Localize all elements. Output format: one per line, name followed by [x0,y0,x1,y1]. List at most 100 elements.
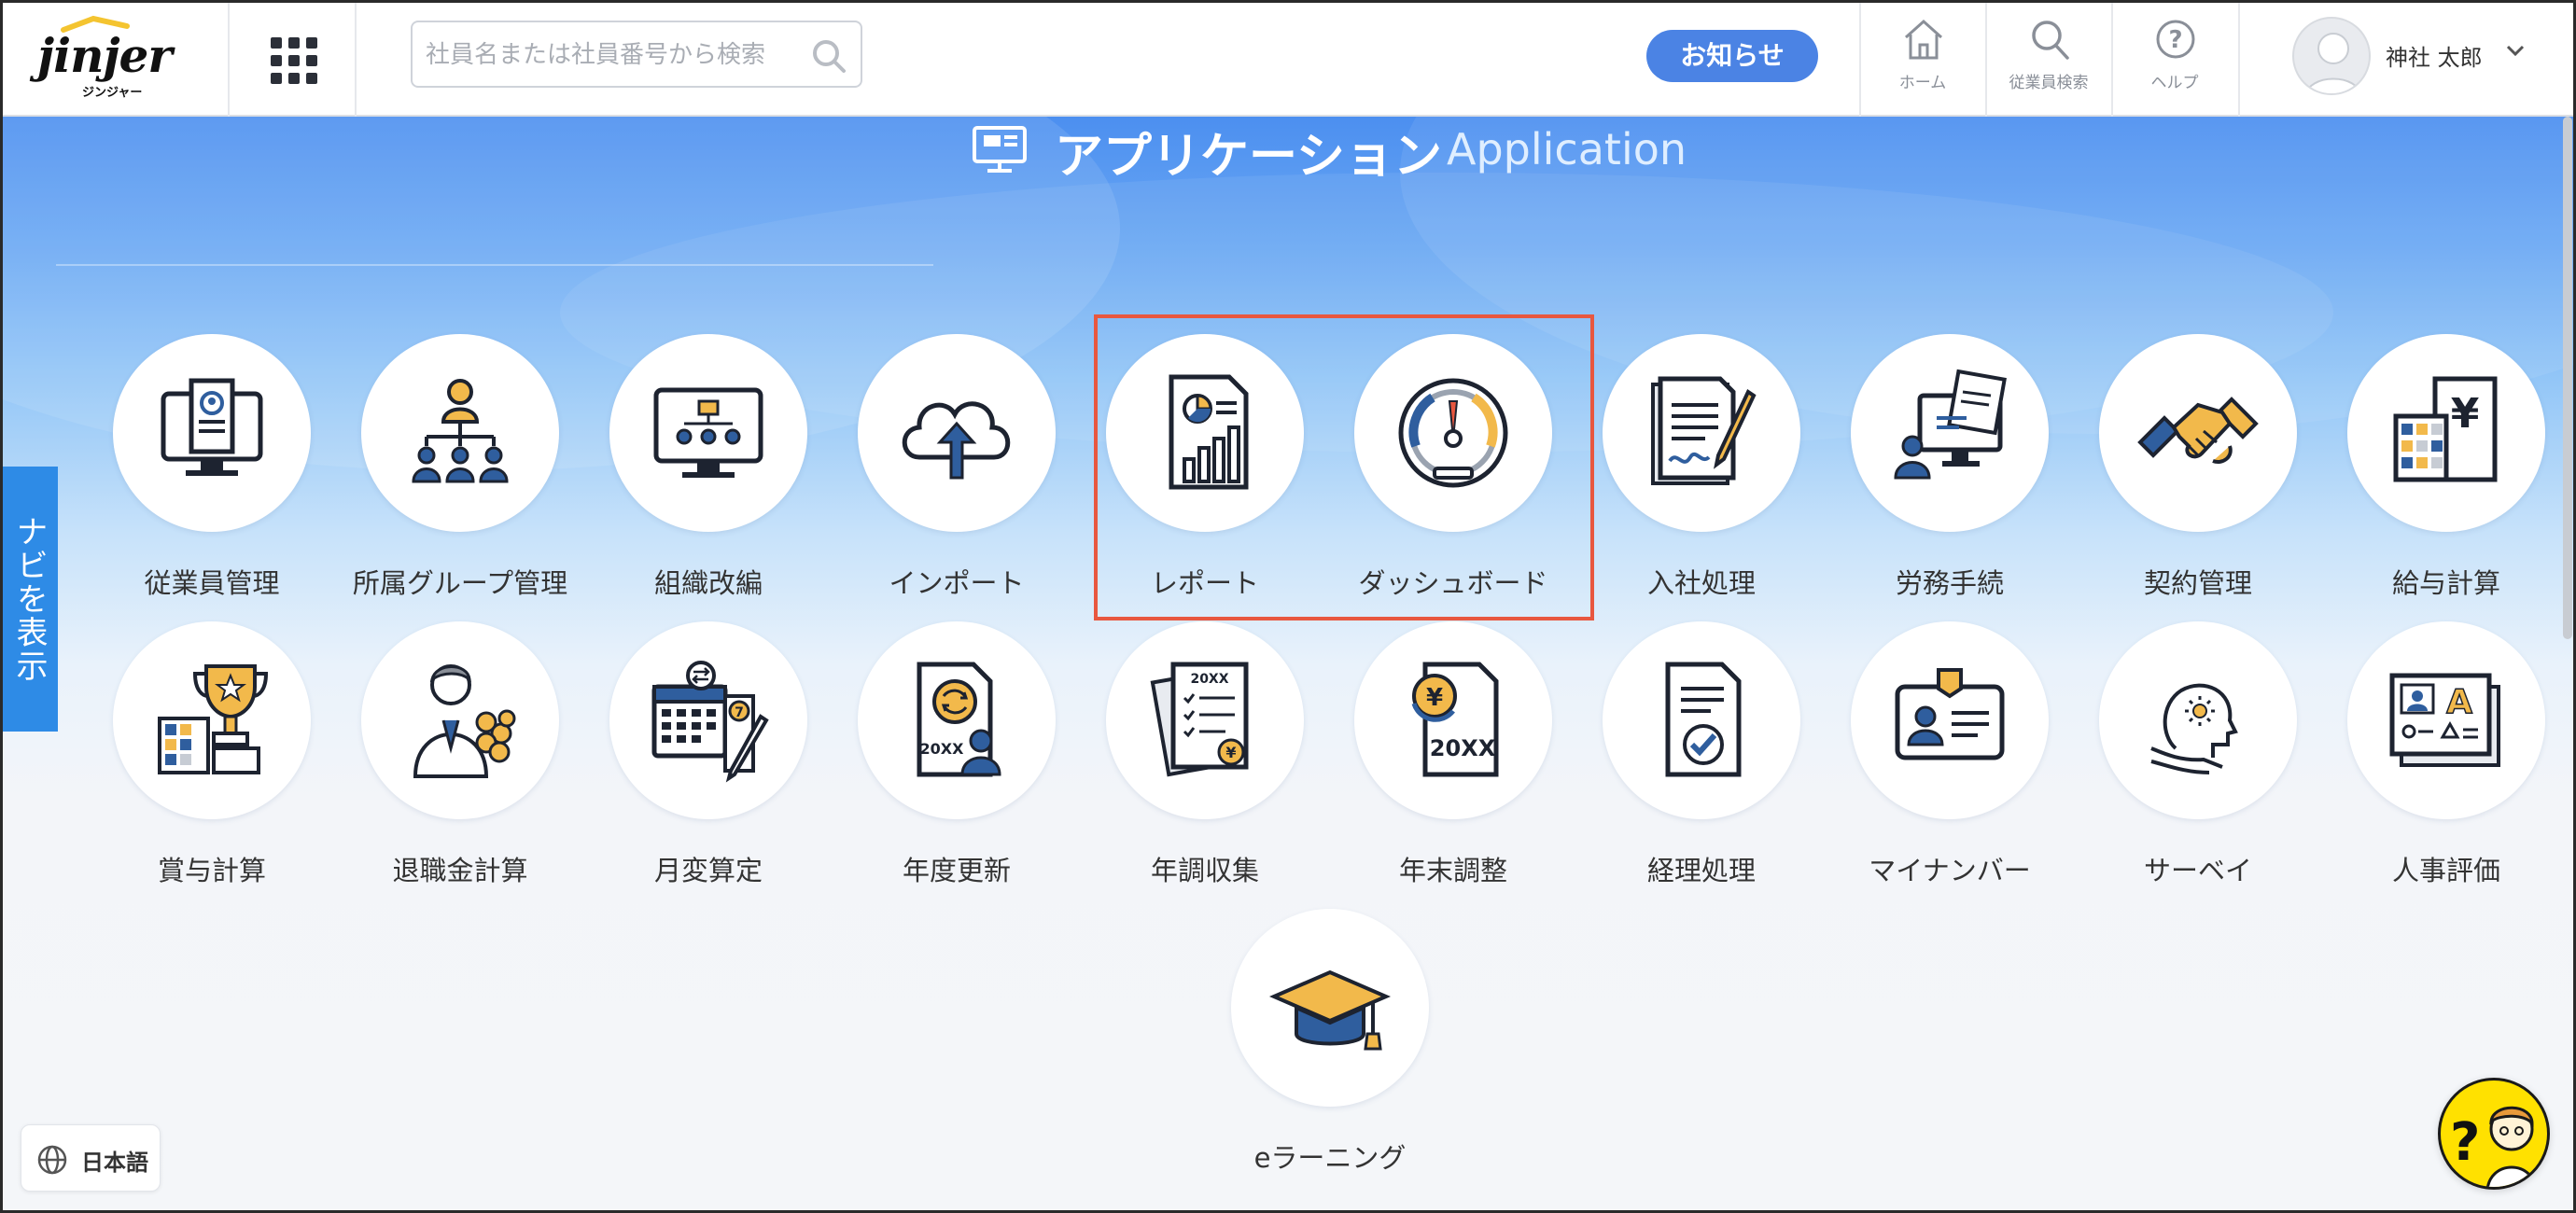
app-icon-circle: A [2347,621,2545,819]
hr-evaluation-icon: A [2389,673,2500,767]
bonus-trophy-icon [158,664,269,774]
logo-text: jinjer [37,28,173,83]
show-navi-tab[interactable]: ナビを表示 [0,467,58,732]
section-title-en: Application [1447,124,1687,174]
app-label: 年末調整 [1398,855,1507,886]
avatar [2292,17,2371,95]
chevron-down-icon [2506,45,2525,57]
app-label: 年調収集 [1150,855,1259,886]
graduation-cap-icon [1268,969,1392,1051]
annual-renewal-icon: 20XX [917,662,1001,777]
header-divider [228,0,230,117]
app-icon-circle [2099,334,2297,532]
app-contract-management[interactable]: 契約管理 [2074,334,2322,614]
app-annual-renewal[interactable]: 20XX 年度更新 [833,621,1081,901]
cloud-upload-icon [902,401,1011,480]
app-icon-circle [2099,621,2297,819]
search-icon[interactable] [810,37,847,75]
logo-sub-text: ジンジャー [82,86,143,100]
labor-procedures-icon [1894,369,2007,480]
nav-home-label: ホーム [1898,74,1947,92]
app-employee-management[interactable]: 従業員管理 [88,334,336,614]
user-silhouette-icon [2305,33,2361,93]
header-divider [2238,0,2240,117]
app-icon-circle [1603,334,1800,532]
language-label: 日本語 [81,1150,148,1176]
app-label: 組織改編 [653,567,763,599]
decor-line [56,264,933,266]
svg-text:¥: ¥ [2451,390,2480,438]
app-label: インポート [889,567,1025,599]
svg-text:¥: ¥ [1225,744,1236,761]
year-end-adjustment-icon: ¥ 20XX [1411,662,1499,777]
app-label: サーベイ [2143,855,2252,886]
app-retirement-allowance[interactable]: 退職金計算 [336,621,584,901]
app-my-number[interactable]: マイナンバー [1826,621,2074,901]
app-monthly-revision[interactable]: 7 月変算定 [584,621,833,901]
app-label: 人事評価 [2391,855,2500,886]
app-year-end-adjustment[interactable]: ¥ 20XX 年末調整 [1329,621,1577,901]
app-label: eラーニング [1253,1142,1407,1174]
app-labor-procedures[interactable]: 労務手続 [1826,334,2074,614]
app-label: 退職金計算 [392,855,528,886]
app-label: 所属グループ管理 [352,567,568,599]
app-label: 従業員管理 [144,567,280,599]
search-icon [2032,21,2069,60]
app-label: マイナンバー [1869,855,2031,886]
app-label: 給与計算 [2391,567,2500,599]
app-import[interactable]: インポート [833,334,1081,614]
scrollbar[interactable] [2563,117,2572,639]
app-hr-evaluation[interactable]: A 人事評価 [2322,621,2570,901]
app-icon-circle [1603,621,1800,819]
app-label: 月変算定 [653,855,763,886]
app-e-learning[interactable]: eラーニング [1206,909,1454,1189]
svg-text:20XX: 20XX [1190,672,1228,687]
user-menu[interactable]: 神社 太郎 [2292,17,2544,101]
svg-text:7: 7 [735,705,744,720]
app-icon-circle [113,334,311,532]
header-divider [355,0,357,117]
highlight-box [1094,314,1594,620]
app-org-group-management[interactable]: 所属グループ管理 [336,334,584,614]
user-name: 神社 太郎 [2386,45,2483,71]
app-icon-circle: ¥ 20XX [1354,621,1552,819]
nav-help[interactable]: ? ヘルプ [2112,0,2237,117]
contract-sign-icon [1651,376,1757,485]
svg-text:20XX: 20XX [920,740,965,758]
svg-text:20XX: 20XX [1430,735,1496,761]
app-icon-circle: 7 [609,621,807,819]
mascot-doctor-icon [2486,1106,2537,1187]
search-input[interactable] [426,35,799,75]
employee-search-box[interactable] [411,21,862,88]
app-icon-circle: 20XX [858,621,1056,819]
app-label: 入社処理 [1646,567,1756,599]
handshake-icon [2137,397,2259,464]
nav-home[interactable]: ホーム [1860,0,1985,117]
app-icon-circle [858,334,1056,532]
nav-help-label: ヘルプ [2150,74,2199,92]
help-chat-bot[interactable]: ? [2438,1078,2550,1190]
app-accounting[interactable]: 経理処理 [1577,621,1826,901]
nav-employee-search[interactable]: 従業員検索 [1986,0,2111,117]
app-reorganization[interactable]: 組織改編 [584,334,833,614]
app-icon-circle [609,334,807,532]
section-title-jp: アプリケーション [1055,129,1442,185]
app-survey[interactable]: サーベイ [2074,621,2322,901]
app-year-end-collection[interactable]: 20XX ¥ 年調収集 [1081,621,1329,901]
app-grid-button[interactable] [250,28,336,88]
app-label: 賞与計算 [157,855,266,886]
help-icon: ? [2156,20,2195,59]
app-label: 年度更新 [902,855,1011,886]
payroll-calculator-icon: ¥ [2393,376,2498,482]
grid-icon [271,37,317,84]
app-icon-circle [113,621,311,819]
employee-management-icon [161,378,263,476]
jinjer-logo[interactable]: jinjer ジンジャー [37,9,187,103]
app-payroll[interactable]: ¥ 給与計算 [2322,334,2570,614]
app-bonus-calculation[interactable]: 賞与計算 [88,621,336,901]
app-icon-circle [361,621,559,819]
notice-button[interactable]: お知らせ [1646,30,1818,82]
app-icon-circle: 20XX ¥ [1106,621,1304,819]
language-selector[interactable]: 日本語 [21,1124,161,1192]
app-onboarding[interactable]: 入社処理 [1577,334,1826,614]
